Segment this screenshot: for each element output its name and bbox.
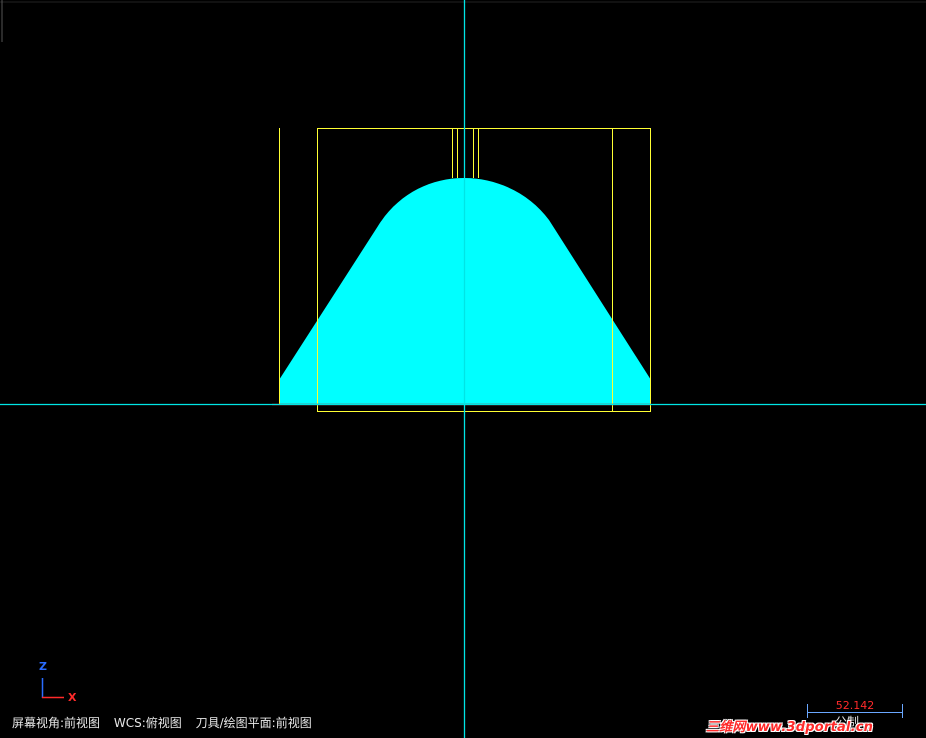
axis-z-label: Z [39, 660, 47, 673]
graphics-viewport[interactable]: Z X 屏幕视角:前视图 WCS:俯视图 刀具/绘图平面:前视图 52.142 … [0, 0, 926, 738]
wcs-status: WCS:俯视图 [113, 716, 182, 730]
screen-view-status: 屏幕视角:前视图 [12, 716, 101, 730]
tool-plane-status: 刀具/绘图平面:前视图 [195, 716, 312, 730]
scale-bar-value: 52.142 [835, 699, 875, 712]
view-status-bar: 屏幕视角:前视图 WCS:俯视图 刀具/绘图平面:前视图 [12, 714, 322, 731]
axis-x-label: X [68, 691, 77, 704]
cad-scene[interactable] [0, 0, 926, 738]
axis-indicator [41, 678, 64, 699]
site-watermark: 三维网www.3dportal.cn [706, 720, 874, 735]
